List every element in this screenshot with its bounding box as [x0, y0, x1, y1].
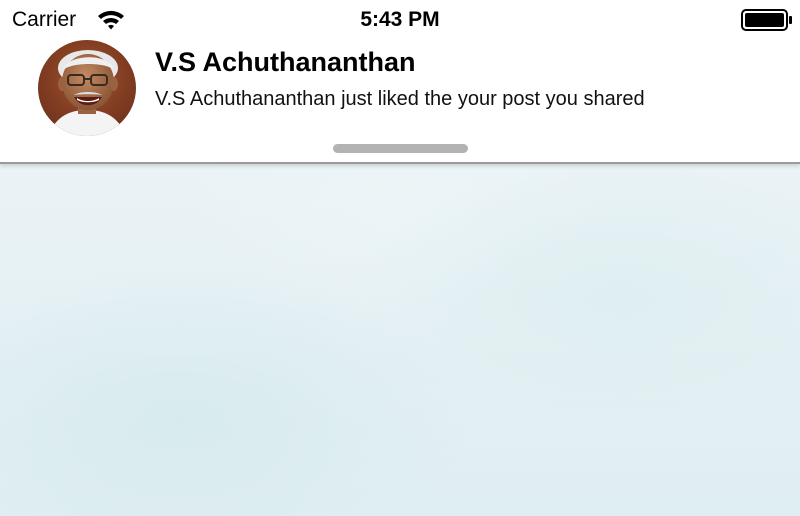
user-avatar[interactable] — [38, 40, 136, 136]
status-bar: Carrier 5:43 PM — [0, 0, 800, 38]
notification-title: V.S Achuthananthan — [155, 47, 416, 77]
notification-message: V.S Achuthananthan just liked the your p… — [155, 88, 645, 110]
notification-banner[interactable]: Carrier 5:43 PM V.S Achuthananthan V.S A… — [0, 0, 800, 164]
banner-drag-handle[interactable] — [333, 144, 468, 153]
avatar-photo — [38, 40, 136, 136]
battery-full-icon — [741, 9, 792, 31]
screen: Carrier 5:43 PM V.S Achuthananthan V.S A… — [0, 0, 800, 516]
clock: 5:43 PM — [360, 8, 440, 31]
